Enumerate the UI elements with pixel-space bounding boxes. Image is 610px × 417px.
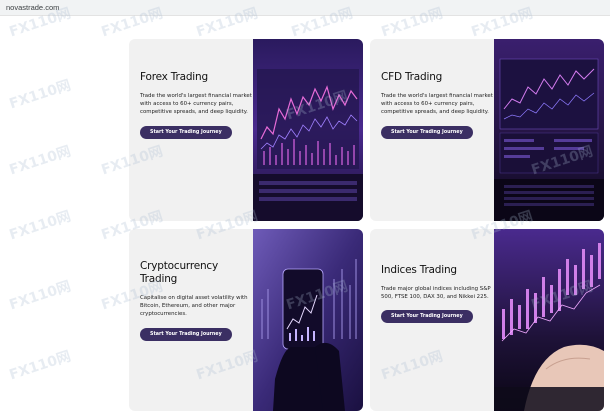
cfd-screens-image (494, 39, 604, 221)
watermark: FX110网 (7, 208, 73, 244)
forex-trading-card: Forex Trading Trade the world's largest … (129, 39, 363, 221)
start-trading-button[interactable]: Start Your Trading Journey (140, 327, 232, 341)
start-trading-button[interactable]: Start Your Trading Journey (381, 310, 473, 324)
watermark: FX110网 (7, 278, 73, 314)
card-description: Capitalise on digital asset volatility w… (140, 295, 248, 318)
watermark: FX110网 (7, 348, 73, 384)
forex-chart-image (253, 39, 363, 221)
watermark: FX110网 (7, 143, 73, 179)
start-trading-button[interactable]: Start Your Trading Journey (381, 125, 473, 139)
card-title: Forex Trading (140, 71, 208, 83)
crypto-phone-image (253, 229, 363, 411)
card-description: Trade major global indices including S&P… (381, 286, 491, 301)
card-description: Trade the world's largest financial mark… (140, 93, 252, 116)
card-description: Trade the world's largest financial mark… (381, 93, 493, 116)
cfd-trading-card: CFD Trading Trade the world's largest fi… (370, 39, 604, 221)
card-title: CFD Trading (381, 71, 443, 83)
crypto-trading-card: Cryptocurrency Trading Capitalise on dig… (129, 229, 363, 411)
address-bar[interactable]: novastrade.com (0, 0, 610, 16)
start-trading-button[interactable]: Start Your Trading Journey (140, 125, 232, 139)
card-title: Indices Trading (381, 264, 457, 276)
indices-hand-image (494, 229, 604, 411)
watermark: FX110网 (7, 77, 73, 113)
url-text: novastrade.com (6, 3, 60, 12)
card-title: Cryptocurrency Trading (140, 260, 219, 285)
indices-trading-card: Indices Trading Trade major global indic… (370, 229, 604, 411)
